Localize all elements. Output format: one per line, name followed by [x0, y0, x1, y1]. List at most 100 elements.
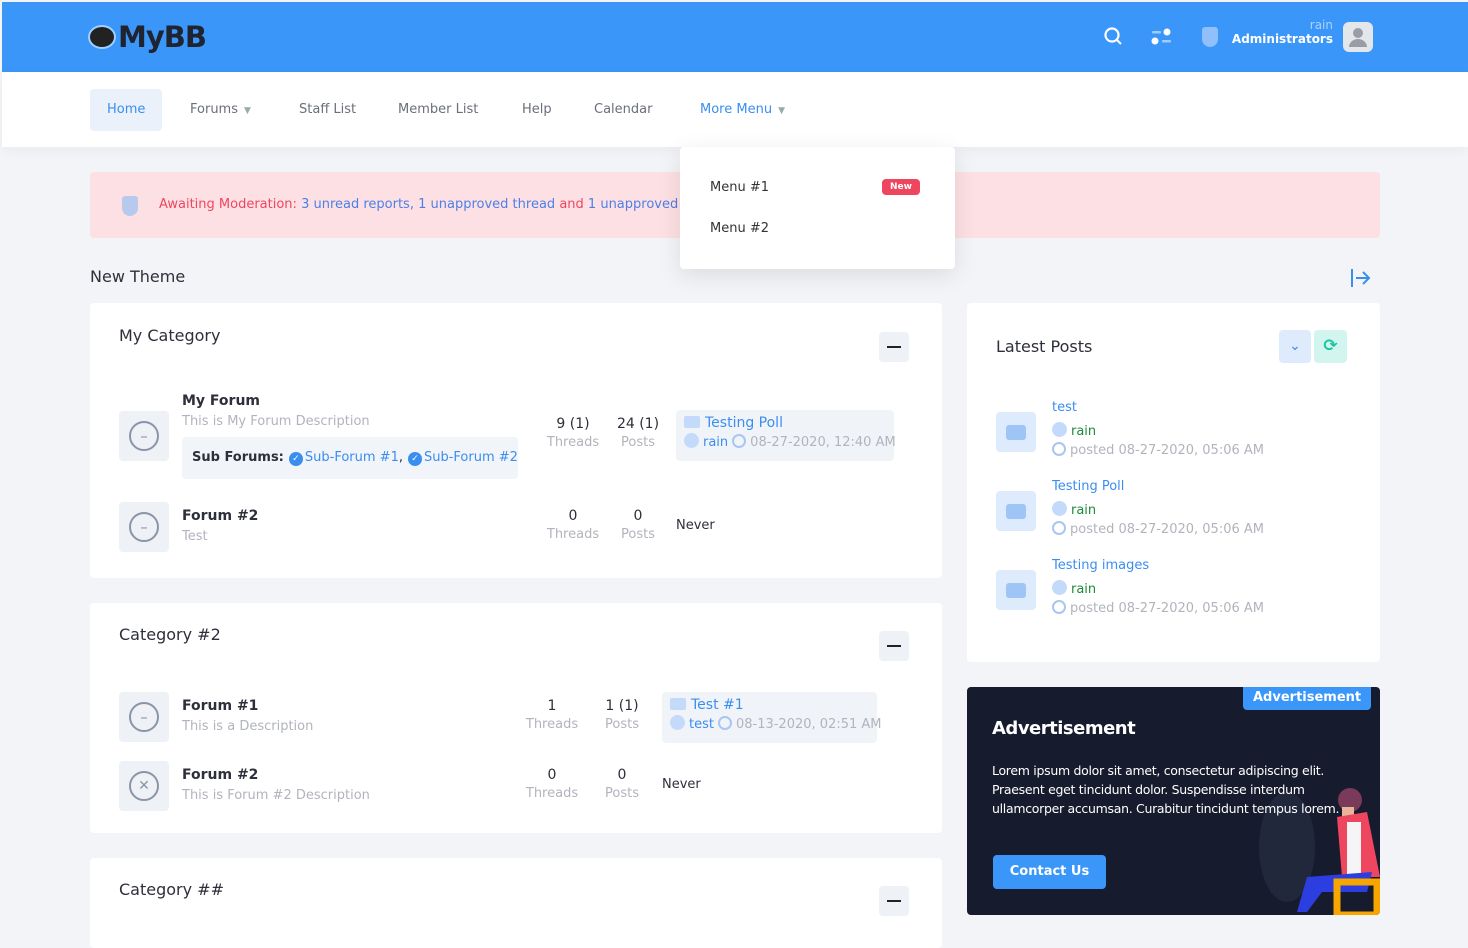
- posts-stat: 0 Posts: [587, 767, 657, 801]
- post-user-link[interactable]: rain: [1071, 503, 1096, 518]
- subforum-link[interactable]: Sub-Forum #1: [305, 450, 399, 465]
- contact-us-button[interactable]: Contact Us: [993, 855, 1106, 889]
- posts-count: 1 (1): [605, 698, 639, 714]
- forum-link[interactable]: Forum #2: [182, 767, 258, 783]
- clock-icon: [732, 434, 747, 448]
- threads-label: Threads: [525, 786, 579, 801]
- more-menu-dropdown: Menu #1 New Menu #2: [680, 147, 955, 269]
- subforums-box: Sub Forums: ✓ Sub-Forum #1, ✓ Sub-Forum #2: [182, 437, 518, 479]
- forum-description: This is a Description: [182, 719, 314, 734]
- user-icon: [684, 433, 699, 448]
- nav-member-list[interactable]: Member List: [381, 89, 495, 131]
- comment-icon: [996, 412, 1036, 452]
- post-title-link[interactable]: Testing images: [1052, 558, 1149, 573]
- message-icon: [670, 698, 686, 710]
- chevron-down-icon: ▼: [244, 106, 251, 116]
- post-user-link[interactable]: rain: [1071, 424, 1096, 439]
- sidebar-toggle-icon[interactable]: [1350, 268, 1372, 288]
- forum-description: This is My Forum Description: [182, 414, 370, 429]
- ad-body: Lorem ipsum dolor sit amet, consectetur …: [992, 763, 1340, 816]
- toggle-icon[interactable]: [1150, 28, 1174, 46]
- posts-label: Posts: [605, 786, 639, 801]
- user-icon: [1052, 580, 1067, 595]
- category-title: Category ##: [119, 880, 224, 899]
- threads-count: 1: [547, 698, 557, 714]
- post-user-link[interactable]: rain: [1071, 582, 1096, 597]
- main-nav: Home Forums ▼ Staff List Member List Help…: [2, 72, 1468, 147]
- logo[interactable]: MyBB: [88, 20, 207, 54]
- posts-label: Posts: [621, 435, 655, 450]
- user-icon: [1052, 501, 1067, 516]
- forum-link[interactable]: Forum #2: [182, 508, 258, 524]
- unapproved-threads-link[interactable]: 1 unapproved thread: [418, 197, 555, 212]
- check-icon: ✓: [288, 452, 303, 466]
- threads-label: Threads: [546, 435, 600, 450]
- nav-more-label: More Menu: [700, 102, 773, 117]
- clock-icon: [1052, 600, 1066, 614]
- clock-icon: [1052, 521, 1066, 535]
- forum-status-icon: –: [119, 502, 169, 552]
- category-card: Category ##: [90, 858, 942, 948]
- user-icon: [670, 715, 685, 730]
- threads-label: Threads: [525, 717, 579, 732]
- collapse-latest-button[interactable]: ⌄: [1279, 330, 1311, 363]
- post-date-text: posted 08-27-2020, 05:06 AM: [1070, 443, 1264, 458]
- comment-icon: [996, 570, 1036, 610]
- alert-and: and: [559, 197, 584, 212]
- refresh-button[interactable]: ⟳: [1314, 330, 1347, 363]
- last-post-date: 08-27-2020, 12:40 AM: [750, 435, 896, 450]
- user-menu[interactable]: rain Administrators: [1200, 18, 1333, 46]
- nav-forums-label: Forums: [190, 102, 238, 117]
- alert-prefix: Awaiting Moderation:: [159, 197, 297, 212]
- last-post-link[interactable]: Testing Poll: [705, 415, 783, 431]
- nav-calendar[interactable]: Calendar: [577, 89, 669, 131]
- nav-home[interactable]: Home: [90, 89, 163, 131]
- last-post-date: 08-13-2020, 02:51 AM: [735, 717, 882, 732]
- posts-stat: 24 (1) Posts: [603, 416, 673, 450]
- posts-stat: 1 (1) Posts: [587, 698, 657, 732]
- posts-label: Posts: [621, 527, 655, 542]
- nav-help[interactable]: Help: [505, 89, 569, 131]
- post-date-text: posted 08-27-2020, 05:06 AM: [1070, 522, 1264, 537]
- threads-stat: 0 Threads: [538, 508, 608, 542]
- category-title: My Category: [119, 326, 221, 345]
- subforum-link[interactable]: Sub-Forum #2: [424, 450, 518, 465]
- nav-forums[interactable]: Forums ▼: [173, 89, 268, 131]
- collapse-button[interactable]: [879, 886, 909, 916]
- category-card: My Category – My Forum This is My Forum …: [90, 303, 942, 578]
- forum-link[interactable]: Forum #1: [182, 698, 258, 714]
- username: rain: [1309, 18, 1333, 32]
- avatar[interactable]: [1343, 22, 1373, 52]
- threads-count: 9 (1): [556, 416, 590, 432]
- nav-staff-list[interactable]: Staff List: [282, 89, 373, 131]
- threads-count: 0: [568, 508, 578, 524]
- category-title: Category #2: [119, 625, 221, 644]
- post-title-link[interactable]: test: [1052, 400, 1077, 415]
- menu-item-1[interactable]: Menu #1: [710, 180, 769, 195]
- last-post-link[interactable]: Test #1: [691, 697, 744, 713]
- forum-link[interactable]: My Forum: [182, 393, 260, 409]
- post-user: rain: [1052, 580, 1096, 597]
- post-date: posted 08-27-2020, 05:06 AM: [1052, 521, 1264, 537]
- ad-tag: Advertisement: [1243, 687, 1372, 710]
- unread-reports-link[interactable]: 3 unread reports,: [301, 197, 414, 212]
- forum-status-icon: –: [119, 692, 169, 742]
- last-post-never: Never: [662, 777, 701, 792]
- menu-item-2[interactable]: Menu #2: [710, 221, 769, 236]
- threads-stat: 9 (1) Threads: [538, 416, 608, 450]
- collapse-button[interactable]: [879, 631, 909, 661]
- search-icon[interactable]: [1104, 27, 1124, 47]
- posts-count: 24 (1): [616, 416, 660, 432]
- last-post-never: Never: [676, 518, 715, 533]
- last-post-user[interactable]: rain: [703, 435, 728, 450]
- forum-status-icon: –: [119, 411, 169, 461]
- post-title-link[interactable]: Testing Poll: [1052, 479, 1124, 494]
- collapse-button[interactable]: [879, 332, 909, 362]
- new-badge: New: [882, 179, 920, 195]
- last-post-user[interactable]: test: [689, 717, 714, 732]
- clock-icon: [717, 716, 732, 730]
- comment-icon: [996, 491, 1036, 531]
- threads-count: 0: [547, 767, 557, 783]
- forum-status-icon: ✕: [119, 761, 169, 811]
- nav-more-menu[interactable]: More Menu ▼: [683, 89, 802, 131]
